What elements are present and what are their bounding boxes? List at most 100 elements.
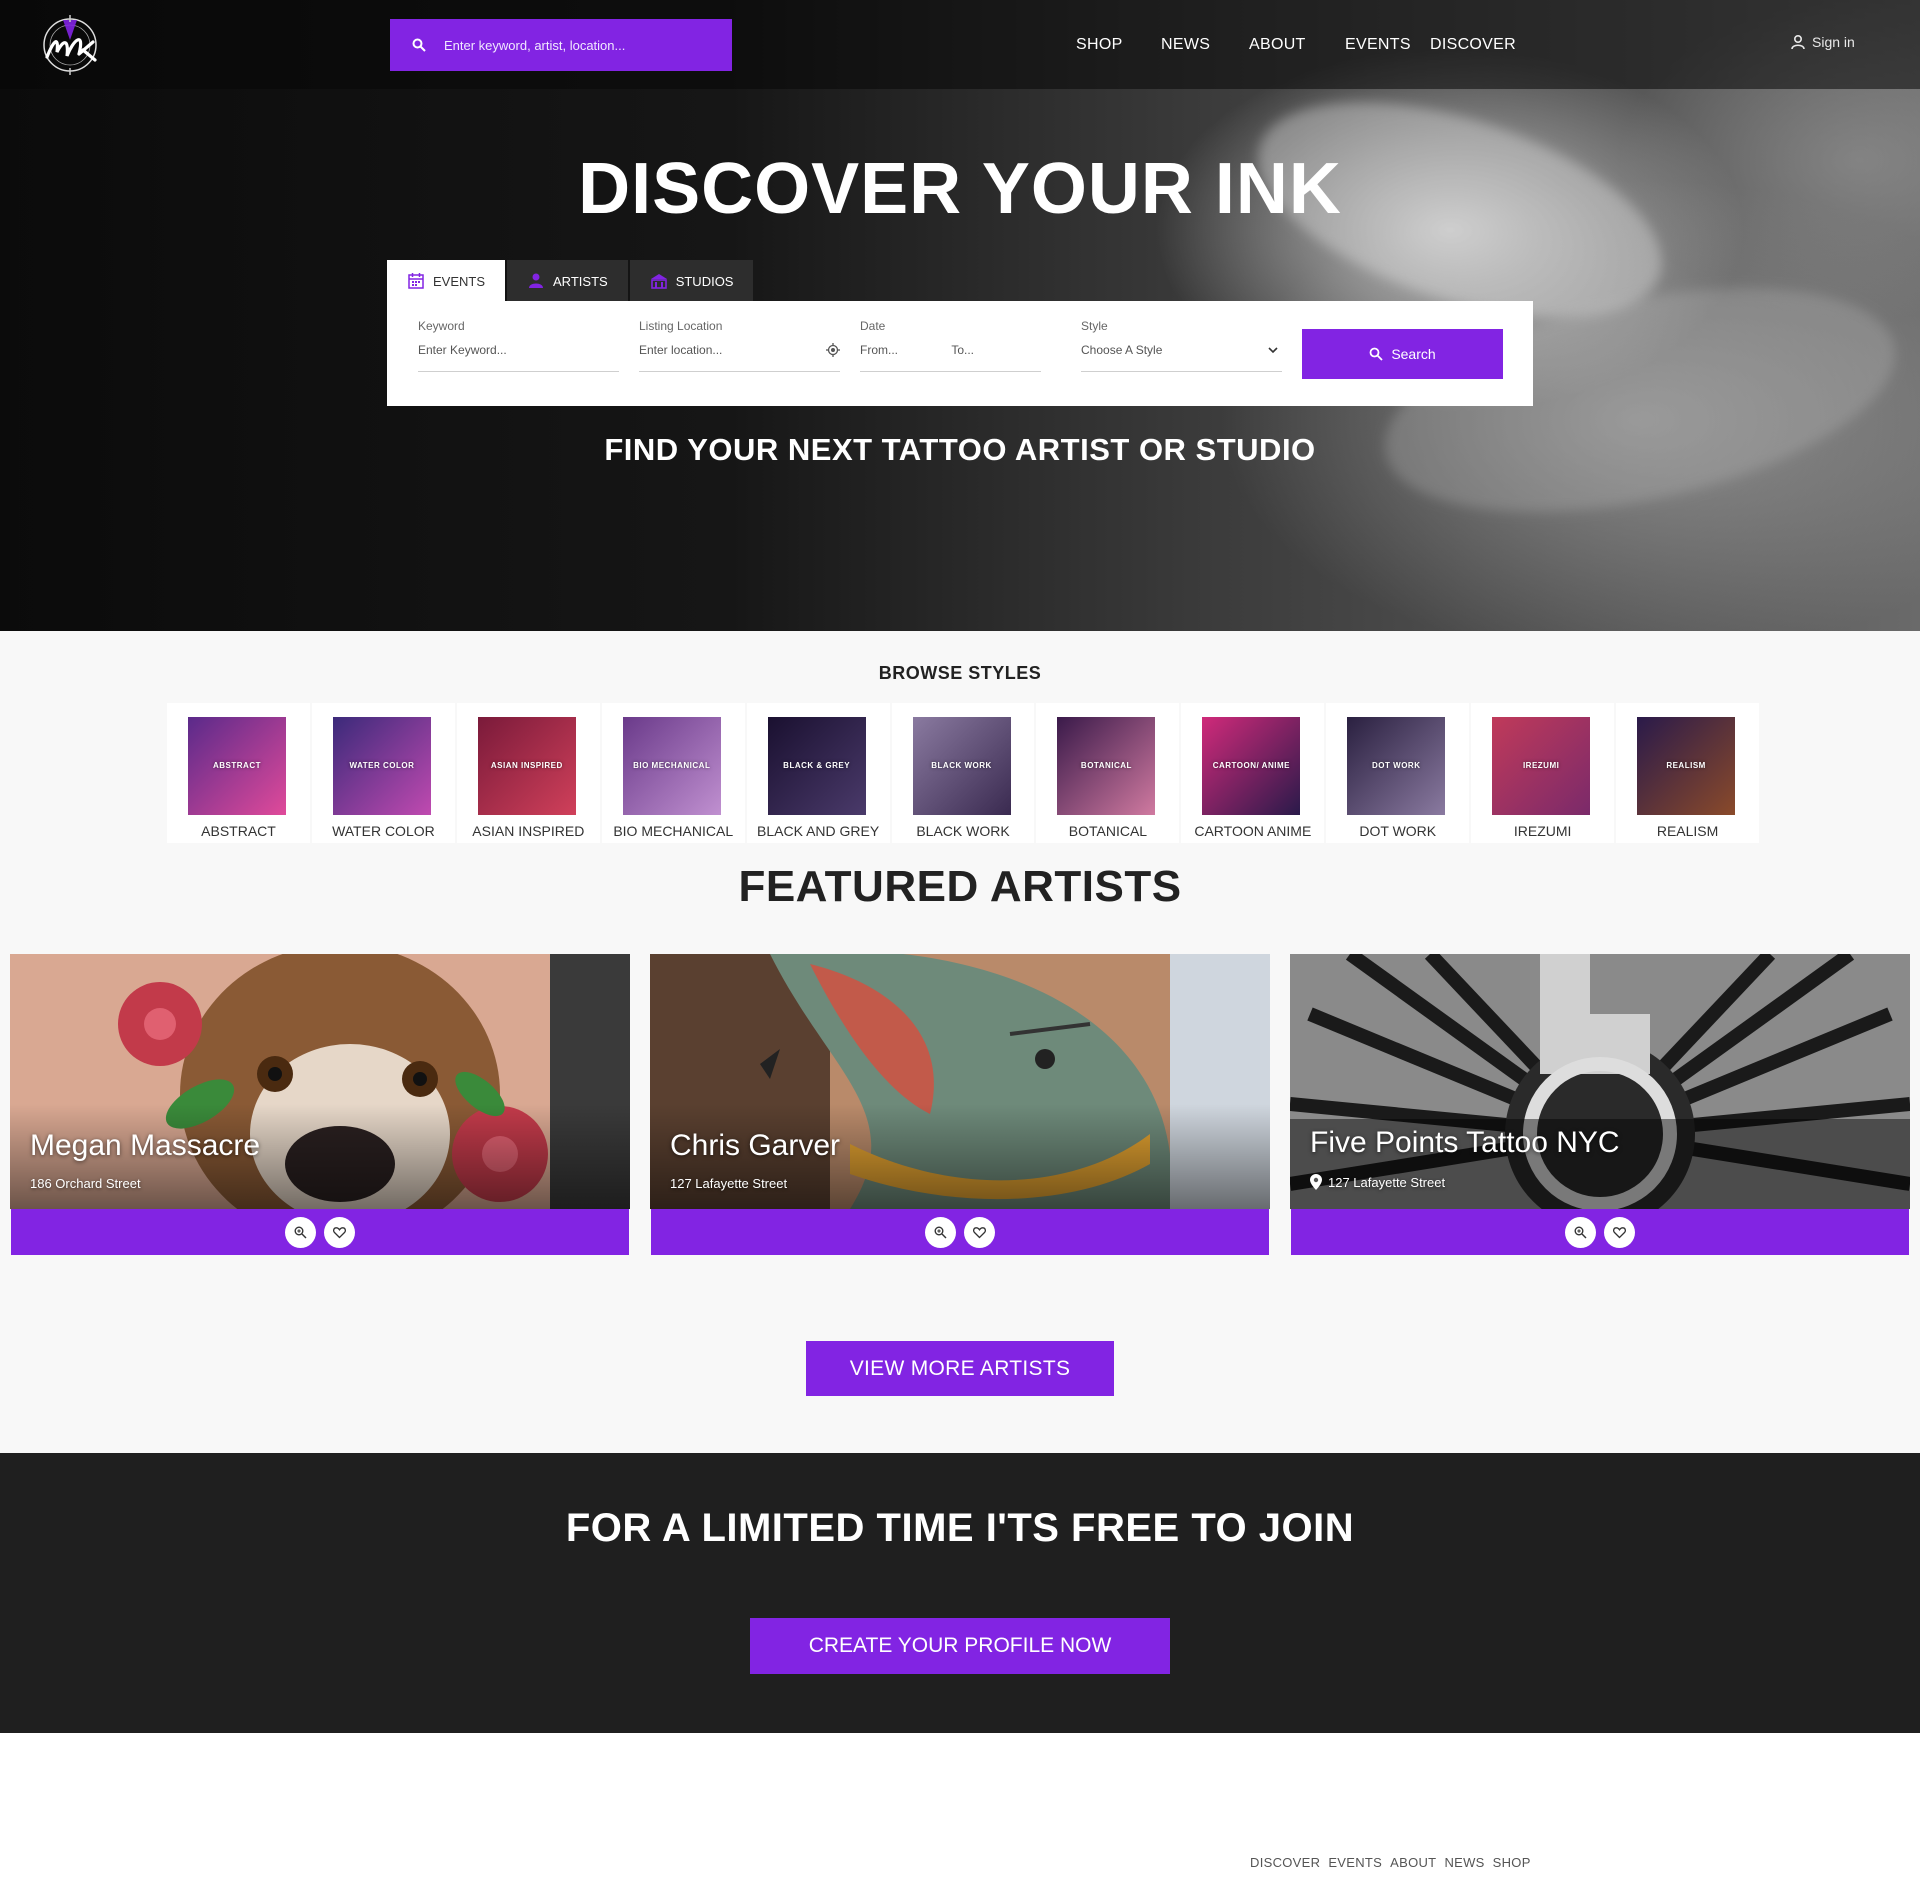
five-points-logo-image: [1290, 954, 1910, 1209]
zoom-button[interactable]: [1565, 1216, 1596, 1248]
search-icon: [1369, 347, 1383, 361]
create-profile-button[interactable]: CREATE YOUR PROFILE NOW: [750, 1618, 1170, 1674]
view-more-artists-button[interactable]: VIEW MORE ARTISTS: [806, 1341, 1114, 1396]
heart-icon: [1613, 1226, 1626, 1238]
style-label[interactable]: BIO MECHANICAL: [592, 823, 755, 839]
style-card[interactable]: IREZUMI IREZUMI: [1471, 703, 1615, 843]
style-label[interactable]: IREZUMI: [1461, 823, 1624, 839]
heart-icon: [973, 1226, 986, 1238]
style-select[interactable]: Choose A Style: [1081, 343, 1282, 372]
nav-news[interactable]: NEWS: [1161, 36, 1210, 54]
sign-in-link[interactable]: Sign in: [1790, 34, 1855, 50]
date-from-input[interactable]: From...: [860, 343, 898, 357]
artist-card[interactable]: Chris Garver 127 Lafayette Street: [650, 954, 1270, 1255]
style-label[interactable]: REALISM: [1606, 823, 1769, 839]
heart-icon: [333, 1226, 346, 1238]
style-thumbnail[interactable]: BLACK & GREY: [767, 717, 866, 815]
style-label[interactable]: BOTANICAL: [1026, 823, 1189, 839]
style-card[interactable]: DOT WORK DOT WORK: [1326, 703, 1470, 843]
search-panel: Keyword Enter Keyword... Listing Locatio…: [387, 301, 1533, 406]
style-card[interactable]: ASIAN INSPIRED ASIAN INSPIRED: [456, 703, 600, 843]
style-thumbnail[interactable]: WATER COLOR: [332, 717, 431, 815]
style-thumbnail[interactable]: CARTOON/ ANIME: [1202, 717, 1301, 815]
elephant-tattoo-image: [650, 954, 1270, 1209]
footer-nav: DISCOVER EVENTS ABOUT NEWS SHOP: [1250, 1855, 1531, 1870]
tab-artists[interactable]: ARTISTS: [507, 260, 628, 302]
nav-about[interactable]: ABOUT: [1249, 36, 1306, 54]
location-label: Listing Location: [639, 319, 723, 333]
style-thumbnail-label: CARTOON/ ANIME: [1212, 761, 1290, 770]
style-label[interactable]: BLACK WORK: [882, 823, 1045, 839]
style-card[interactable]: ABSTRACT ABSTRACT: [167, 703, 310, 843]
style-thumbnail[interactable]: BIO MECHANICAL: [622, 717, 721, 815]
studio-address-text: 127 Lafayette Street: [1328, 1174, 1446, 1190]
style-card[interactable]: BIO MECHANICAL BIO MECHANICAL: [601, 703, 745, 843]
join-title: FOR A LIMITED TIME I'TS FREE TO JOIN: [565, 1506, 1355, 1550]
favorite-button[interactable]: [964, 1216, 995, 1248]
style-card[interactable]: CARTOON/ ANIME CARTOON ANIME: [1181, 703, 1325, 843]
studio-image[interactable]: Five Points Tattoo NYC 127 Lafayette Str…: [1290, 954, 1910, 1209]
style-thumbnail[interactable]: DOT WORK: [1347, 717, 1446, 815]
style-card[interactable]: BLACK & GREY BLACK AND GREY: [746, 703, 890, 843]
style-field[interactable]: Style Choose A Style: [1081, 319, 1282, 372]
style-thumbnail[interactable]: ASIAN INSPIRED: [477, 717, 576, 815]
style-thumbnail-label: ABSTRACT: [213, 761, 261, 770]
artist-card[interactable]: Megan Massacre 186 Orchard Street: [10, 954, 630, 1255]
date-field[interactable]: Date From... To...: [860, 319, 1041, 372]
style-label[interactable]: DOT WORK: [1316, 823, 1479, 839]
style-label[interactable]: WATER COLOR: [302, 823, 465, 839]
footer-link-discover[interactable]: DISCOVER: [1250, 1855, 1320, 1870]
style-thumbnail[interactable]: BOTANICAL: [1057, 717, 1156, 815]
style-label[interactable]: CARTOON ANIME: [1171, 823, 1334, 839]
style-thumbnail[interactable]: ABSTRACT: [188, 717, 286, 815]
artist-name[interactable]: Chris Garver: [670, 1129, 840, 1163]
artist-name[interactable]: Megan Massacre: [30, 1129, 260, 1163]
studio-card[interactable]: Five Points Tattoo NYC 127 Lafayette Str…: [1290, 954, 1910, 1255]
search-button[interactable]: Search: [1302, 329, 1503, 379]
artist-address: 127 Lafayette Street: [670, 1176, 787, 1191]
footer-link-shop[interactable]: SHOP: [1493, 1855, 1531, 1870]
locate-icon[interactable]: [826, 343, 840, 357]
zoom-icon: [1574, 1226, 1587, 1238]
zoom-button[interactable]: [285, 1216, 316, 1248]
style-thumbnail[interactable]: REALISM: [1637, 717, 1736, 815]
studio-action-bar: [1291, 1209, 1909, 1255]
style-label[interactable]: ABSTRACT: [157, 823, 320, 839]
tab-artists-label: ARTISTS: [553, 273, 608, 289]
keyword-field[interactable]: Keyword Enter Keyword...: [418, 319, 619, 372]
style-card[interactable]: REALISM REALISM: [1616, 703, 1759, 843]
favorite-button[interactable]: [1604, 1216, 1635, 1248]
footer-link-news[interactable]: NEWS: [1444, 1855, 1484, 1870]
main-nav: SHOP NEWS ABOUT EVENTS DISCOVER: [0, 36, 1920, 56]
keyword-input[interactable]: Enter Keyword...: [418, 343, 619, 372]
style-card[interactable]: WATER COLOR WATER COLOR: [311, 703, 455, 843]
nav-events[interactable]: EVENTS: [1345, 36, 1411, 54]
map-pin-icon: [1310, 1174, 1322, 1190]
zoom-icon: [294, 1226, 307, 1238]
tab-events[interactable]: EVENTS: [387, 260, 506, 302]
location-field[interactable]: Listing Location Enter location...: [639, 319, 840, 372]
style-card[interactable]: BOTANICAL BOTANICAL: [1036, 703, 1180, 843]
style-label[interactable]: ASIAN INSPIRED: [447, 823, 610, 839]
date-to-input[interactable]: To...: [951, 343, 974, 357]
artist-image[interactable]: Chris Garver 127 Lafayette Street: [650, 954, 1270, 1209]
dog-portrait-tattoo-image: [10, 954, 630, 1209]
footer-link-events[interactable]: EVENTS: [1328, 1855, 1382, 1870]
style-label[interactable]: BLACK AND GREY: [737, 823, 900, 839]
zoom-button[interactable]: [925, 1216, 956, 1248]
style-thumbnail[interactable]: BLACK WORK: [912, 717, 1011, 815]
sign-in-label: Sign in: [1812, 34, 1855, 50]
search-button-label: Search: [1391, 346, 1436, 362]
tab-events-label: EVENTS: [433, 273, 486, 289]
footer: DISCOVER EVENTS ABOUT NEWS SHOP: [0, 1733, 1920, 1893]
studio-name[interactable]: Five Points Tattoo NYC: [1310, 1126, 1620, 1160]
artist-image[interactable]: Megan Massacre 186 Orchard Street: [10, 954, 630, 1209]
nav-shop[interactable]: SHOP: [1076, 36, 1123, 54]
location-input[interactable]: Enter location...: [639, 343, 840, 372]
favorite-button[interactable]: [324, 1216, 355, 1248]
tab-studios[interactable]: STUDIOS: [629, 260, 754, 302]
nav-discover[interactable]: DISCOVER: [1430, 36, 1516, 54]
style-card[interactable]: BLACK WORK BLACK WORK: [891, 703, 1035, 843]
footer-link-about[interactable]: ABOUT: [1390, 1855, 1436, 1870]
style-thumbnail[interactable]: IREZUMI: [1492, 717, 1591, 815]
